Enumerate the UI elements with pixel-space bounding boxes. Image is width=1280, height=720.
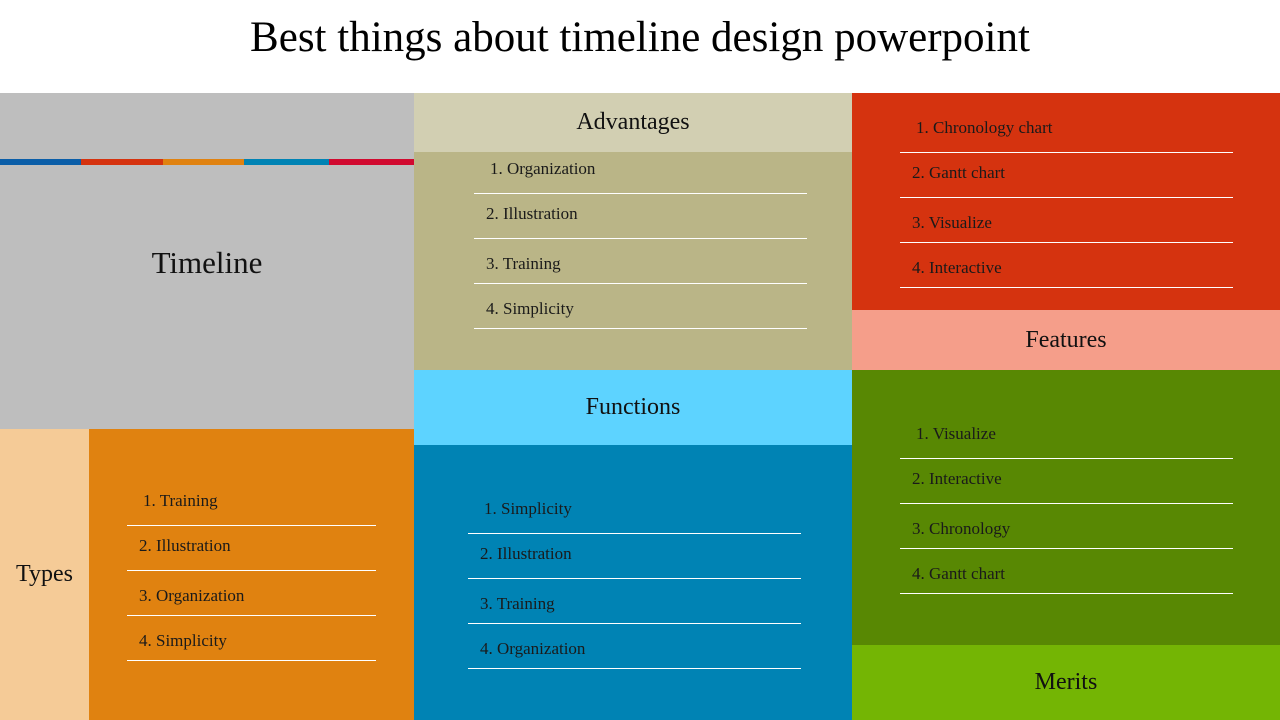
features-list-panel: 1. Chronology chart 2. Gantt chart 3. Vi… xyxy=(852,93,1280,310)
advantages-item-3: 3. Training xyxy=(474,239,807,284)
features-item-4: 4. Interactive xyxy=(900,243,1233,288)
merits-label: Merits xyxy=(852,645,1280,720)
advantages-item-4: 4. Simplicity xyxy=(474,284,807,329)
color-stripe-4 xyxy=(244,159,329,165)
advantages-item-1: 1. Organization xyxy=(474,149,807,194)
features-item-3: 3. Visualize xyxy=(900,198,1233,243)
types-list-panel: 1. Training 2. Illustration 3. Organizat… xyxy=(89,429,414,720)
slide-title: Best things about timeline design powerp… xyxy=(250,14,1030,61)
functions-list-panel: 1. Simplicity 2. Illustration 3. Trainin… xyxy=(414,445,852,720)
color-stripe-1 xyxy=(0,159,81,165)
types-item-1: 1. Training xyxy=(127,481,376,526)
functions-item-3: 3. Training xyxy=(468,579,801,624)
types-item-4: 4. Simplicity xyxy=(127,616,376,661)
types-item-3: 3. Organization xyxy=(127,571,376,616)
merits-item-1: 1. Visualize xyxy=(900,414,1233,459)
merits-item-3: 3. Chronology xyxy=(900,504,1233,549)
advantages-item-2: 2. Illustration xyxy=(474,194,807,239)
color-stripe-2 xyxy=(81,159,163,165)
features-label: Features xyxy=(852,310,1280,370)
features-item-1: 1. Chronology chart xyxy=(900,108,1233,153)
advantages-list-panel: 1. Organization 2. Illustration 3. Train… xyxy=(414,152,852,370)
merits-item-4: 4. Gantt chart xyxy=(900,549,1233,594)
types-item-2: 2. Illustration xyxy=(127,526,376,571)
features-item-2: 2. Gantt chart xyxy=(900,153,1233,198)
advantages-header: Advantages xyxy=(414,93,852,152)
color-stripe-5 xyxy=(329,159,414,165)
functions-item-4: 4. Organization xyxy=(468,624,801,669)
functions-item-2: 2. Illustration xyxy=(468,534,801,579)
merits-list-panel: 1. Visualize 2. Interactive 3. Chronolog… xyxy=(852,370,1280,645)
types-label: Types xyxy=(0,429,89,720)
color-stripe-3 xyxy=(163,159,244,165)
functions-header: Functions xyxy=(414,370,852,445)
functions-item-1: 1. Simplicity xyxy=(468,489,801,534)
timeline-label: Timeline xyxy=(151,244,263,280)
merits-item-2: 2. Interactive xyxy=(900,459,1233,504)
